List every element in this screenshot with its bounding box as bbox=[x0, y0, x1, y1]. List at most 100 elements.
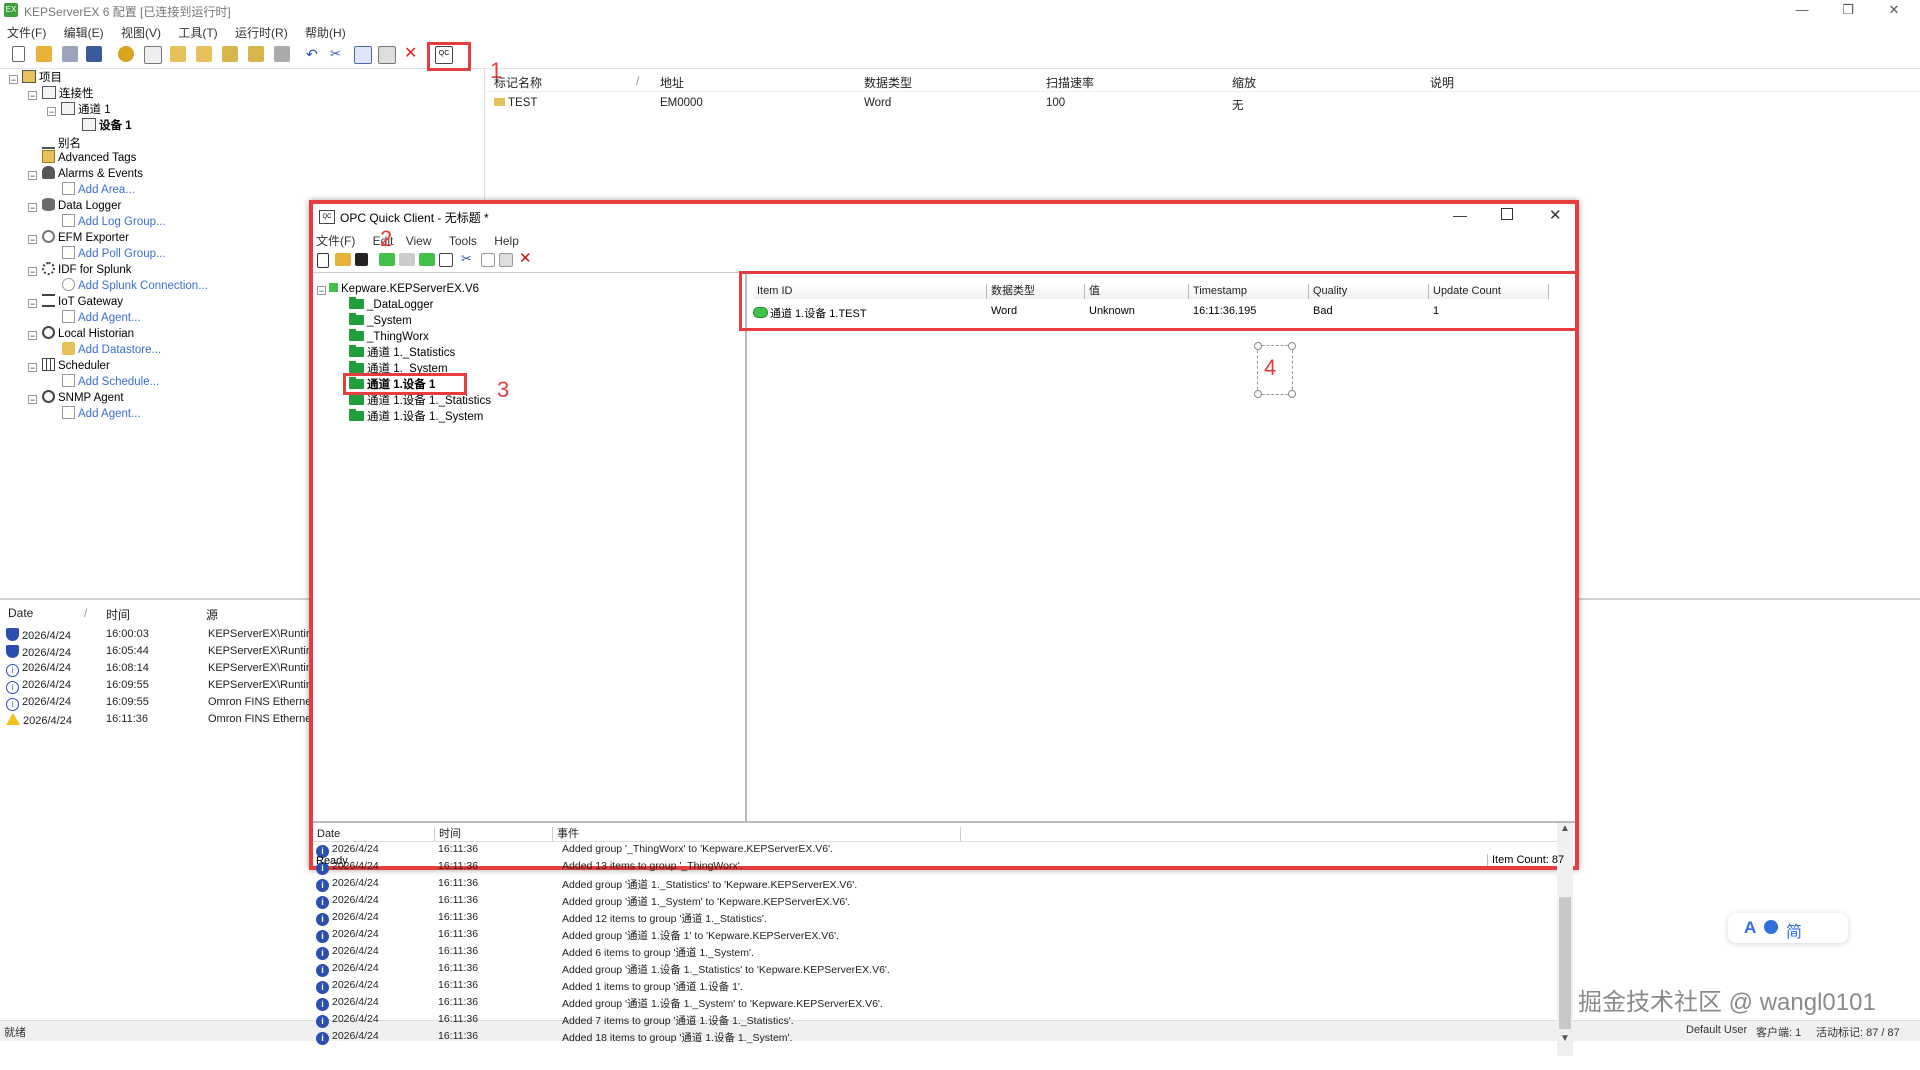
log-row[interactable]: 2026/4/24 16:05:44 KEPServerEX\Runtim bbox=[6, 645, 315, 659]
scroll-thumb[interactable] bbox=[1559, 897, 1571, 1029]
log-col-date[interactable]: Date bbox=[8, 606, 33, 620]
add-snmp-agent-link[interactable]: Add Agent... bbox=[62, 406, 141, 422]
add-schedule-link[interactable]: Add Schedule... bbox=[62, 374, 159, 390]
opc-new-item-icon[interactable] bbox=[419, 253, 435, 266]
expand-toggle[interactable]: − bbox=[28, 171, 37, 181]
expand-toggle[interactable]: − bbox=[28, 235, 37, 245]
new-project-icon[interactable] bbox=[12, 46, 25, 62]
expand-toggle[interactable]: − bbox=[28, 363, 37, 373]
log-row[interactable]: 2026/4/24 16:00:03 KEPServerEX\Runtim bbox=[6, 628, 315, 642]
opc-group-node[interactable]: 通道 1.设备 1._System bbox=[349, 409, 483, 425]
opc-log-row[interactable]: i 2026/4/24 16:11:36 Added 12 items to grou… bbox=[316, 911, 767, 926]
menu-file[interactable]: 文件(F) bbox=[0, 22, 53, 41]
opc-open-icon[interactable] bbox=[335, 253, 351, 266]
expand-toggle[interactable]: − bbox=[28, 203, 37, 213]
add-splunk-connection-link[interactable]: Add Splunk Connection... bbox=[62, 278, 208, 294]
save-as-icon[interactable] bbox=[86, 46, 102, 62]
resize-handle[interactable] bbox=[1288, 342, 1296, 350]
restore-button[interactable]: ❐ bbox=[1826, 0, 1870, 22]
opc-properties-icon[interactable] bbox=[439, 253, 453, 267]
new-device-icon[interactable] bbox=[170, 46, 186, 62]
opc-log-row[interactable]: i 2026/4/24 16:11:36 Added group '通道 1.设备 1… bbox=[316, 996, 883, 1011]
resize-handle[interactable] bbox=[1254, 390, 1262, 398]
bulk-tag-icon[interactable] bbox=[248, 46, 264, 62]
opc-log-row[interactable]: i 2026/4/24 16:11:36 Added group '通道 1._Sta… bbox=[316, 877, 857, 892]
tree-node-alarms-events[interactable]: Alarms & Events bbox=[42, 166, 143, 182]
log-row[interactable]: 2026/4/24 16:11:36 Omron FINS Etherne bbox=[6, 713, 311, 727]
tag-properties-icon[interactable] bbox=[274, 46, 290, 62]
opc-log-row[interactable]: i 2026/4/24 16:11:36 Added 7 items to group… bbox=[316, 1013, 794, 1028]
log-col-time[interactable]: 时间 bbox=[106, 606, 130, 623]
menu-view[interactable]: 视图(V) bbox=[114, 22, 168, 41]
expand-toggle[interactable]: − bbox=[9, 75, 18, 85]
tree-node-local-historian[interactable]: Local Historian bbox=[42, 326, 134, 342]
expand-toggle[interactable]: − bbox=[28, 331, 37, 341]
opc-log-col-date[interactable]: Date bbox=[313, 827, 435, 841]
tree-node-scheduler[interactable]: Scheduler bbox=[42, 358, 110, 374]
opc-group-node[interactable]: 通道 1.设备 1._Statistics bbox=[349, 393, 491, 409]
opc-group-node[interactable]: 通道 1._Statistics bbox=[349, 345, 455, 361]
log-row[interactable]: i 2026/4/24 16:09:55 Omron FINS Etherne bbox=[6, 696, 311, 711]
table-row[interactable]: TEST EM0000 Word 100 无 bbox=[486, 95, 1920, 112]
opc-log-row[interactable]: i 2026/4/24 16:11:36 Added group '通道 1.设备 1… bbox=[316, 962, 890, 977]
paste-icon[interactable] bbox=[378, 46, 396, 64]
opc-menu-help[interactable]: Help bbox=[487, 232, 526, 248]
opc-log-row[interactable]: i 2026/4/24 16:11:36 Added group '通道 1._Sys… bbox=[316, 894, 850, 909]
opc-minimize-button[interactable]: — bbox=[1453, 207, 1467, 223]
expand-toggle[interactable]: − bbox=[28, 395, 37, 405]
add-datastore-link[interactable]: Add Datastore... bbox=[62, 342, 161, 358]
menu-help[interactable]: 帮助(H) bbox=[298, 22, 353, 41]
add-agent-link[interactable]: Add Agent... bbox=[62, 310, 141, 326]
opc-cut-icon[interactable]: ✂ bbox=[461, 252, 477, 268]
cut-icon[interactable]: ✂ bbox=[330, 46, 346, 62]
log-col-source[interactable]: 源 bbox=[206, 606, 218, 623]
close-button[interactable]: ✕ bbox=[1872, 0, 1916, 22]
opc-paste-icon[interactable] bbox=[499, 253, 513, 267]
opc-copy-icon[interactable] bbox=[481, 253, 495, 267]
opc-group-node[interactable]: _ThingWorx bbox=[349, 329, 429, 345]
col-address[interactable]: 地址 bbox=[660, 74, 684, 91]
add-area-link[interactable]: Add Area... bbox=[62, 182, 135, 198]
scroll-down-icon[interactable]: ▼ bbox=[1560, 1033, 1570, 1044]
opc-menu-tools[interactable]: Tools bbox=[442, 232, 484, 248]
opc-log-col-event[interactable]: 事件 bbox=[553, 827, 961, 841]
translate-widget[interactable]: A 简 bbox=[1728, 913, 1848, 943]
col-scaling[interactable]: 缩放 bbox=[1232, 74, 1256, 91]
resize-handle[interactable] bbox=[1254, 342, 1262, 350]
expand-toggle[interactable]: − bbox=[28, 267, 37, 277]
tree-node-data-logger[interactable]: Data Logger bbox=[42, 198, 121, 214]
undo-icon[interactable]: ↶ bbox=[306, 46, 322, 62]
opc-delete-icon[interactable]: ✕ bbox=[519, 251, 535, 267]
tree-node-device-1[interactable]: 设备 1 bbox=[82, 118, 132, 134]
minimize-button[interactable]: — bbox=[1780, 0, 1824, 22]
opc-menu-view[interactable]: View bbox=[404, 232, 439, 248]
tree-node-channel-1[interactable]: 通道 1 bbox=[61, 102, 111, 118]
opc-close-button[interactable]: ✕ bbox=[1549, 206, 1562, 224]
expand-toggle[interactable]: − bbox=[47, 107, 56, 117]
opc-log-row[interactable]: i 2026/4/24 16:11:36 Added 6 items to group… bbox=[316, 945, 754, 960]
opc-new-icon[interactable] bbox=[317, 253, 329, 268]
col-description[interactable]: 说明 bbox=[1430, 74, 1454, 91]
copy-icon[interactable] bbox=[354, 46, 372, 64]
tree-node-snmp-agent[interactable]: SNMP Agent bbox=[42, 390, 124, 406]
menu-edit[interactable]: 编辑(E) bbox=[57, 22, 111, 41]
col-data-type[interactable]: 数据类型 bbox=[864, 74, 912, 91]
opc-maximize-button[interactable] bbox=[1501, 208, 1513, 220]
expand-toggle[interactable]: − bbox=[28, 91, 37, 101]
col-scan-rate[interactable]: 扫描速率 bbox=[1046, 74, 1094, 91]
save-icon[interactable] bbox=[62, 46, 78, 62]
opc-log-row[interactable]: i 2026/4/24 16:11:36 Added 1 items to group… bbox=[316, 979, 743, 994]
new-channel-icon[interactable] bbox=[144, 46, 162, 64]
add-poll-group-link[interactable]: Add Poll Group... bbox=[62, 246, 166, 262]
menu-runtime[interactable]: 运行时(R) bbox=[228, 22, 295, 41]
opc-group-node[interactable]: _DataLogger bbox=[349, 297, 434, 313]
log-row[interactable]: i 2026/4/24 16:09:55 KEPServerEX\Runtim bbox=[6, 679, 315, 694]
log-row[interactable]: i 2026/4/24 16:08:14 KEPServerEX\Runtim bbox=[6, 662, 315, 677]
opc-log-col-time[interactable]: 时间 bbox=[435, 827, 553, 841]
scroll-up-icon[interactable]: ▲ bbox=[1560, 823, 1570, 834]
tree-node-efm-exporter[interactable]: EFM Exporter bbox=[42, 230, 129, 246]
open-project-icon[interactable] bbox=[36, 46, 52, 62]
new-tag-icon[interactable] bbox=[222, 46, 238, 62]
tree-node-idf-splunk[interactable]: IDF for Splunk bbox=[42, 262, 132, 278]
col-tag-name[interactable]: 标记名称 bbox=[494, 74, 542, 91]
